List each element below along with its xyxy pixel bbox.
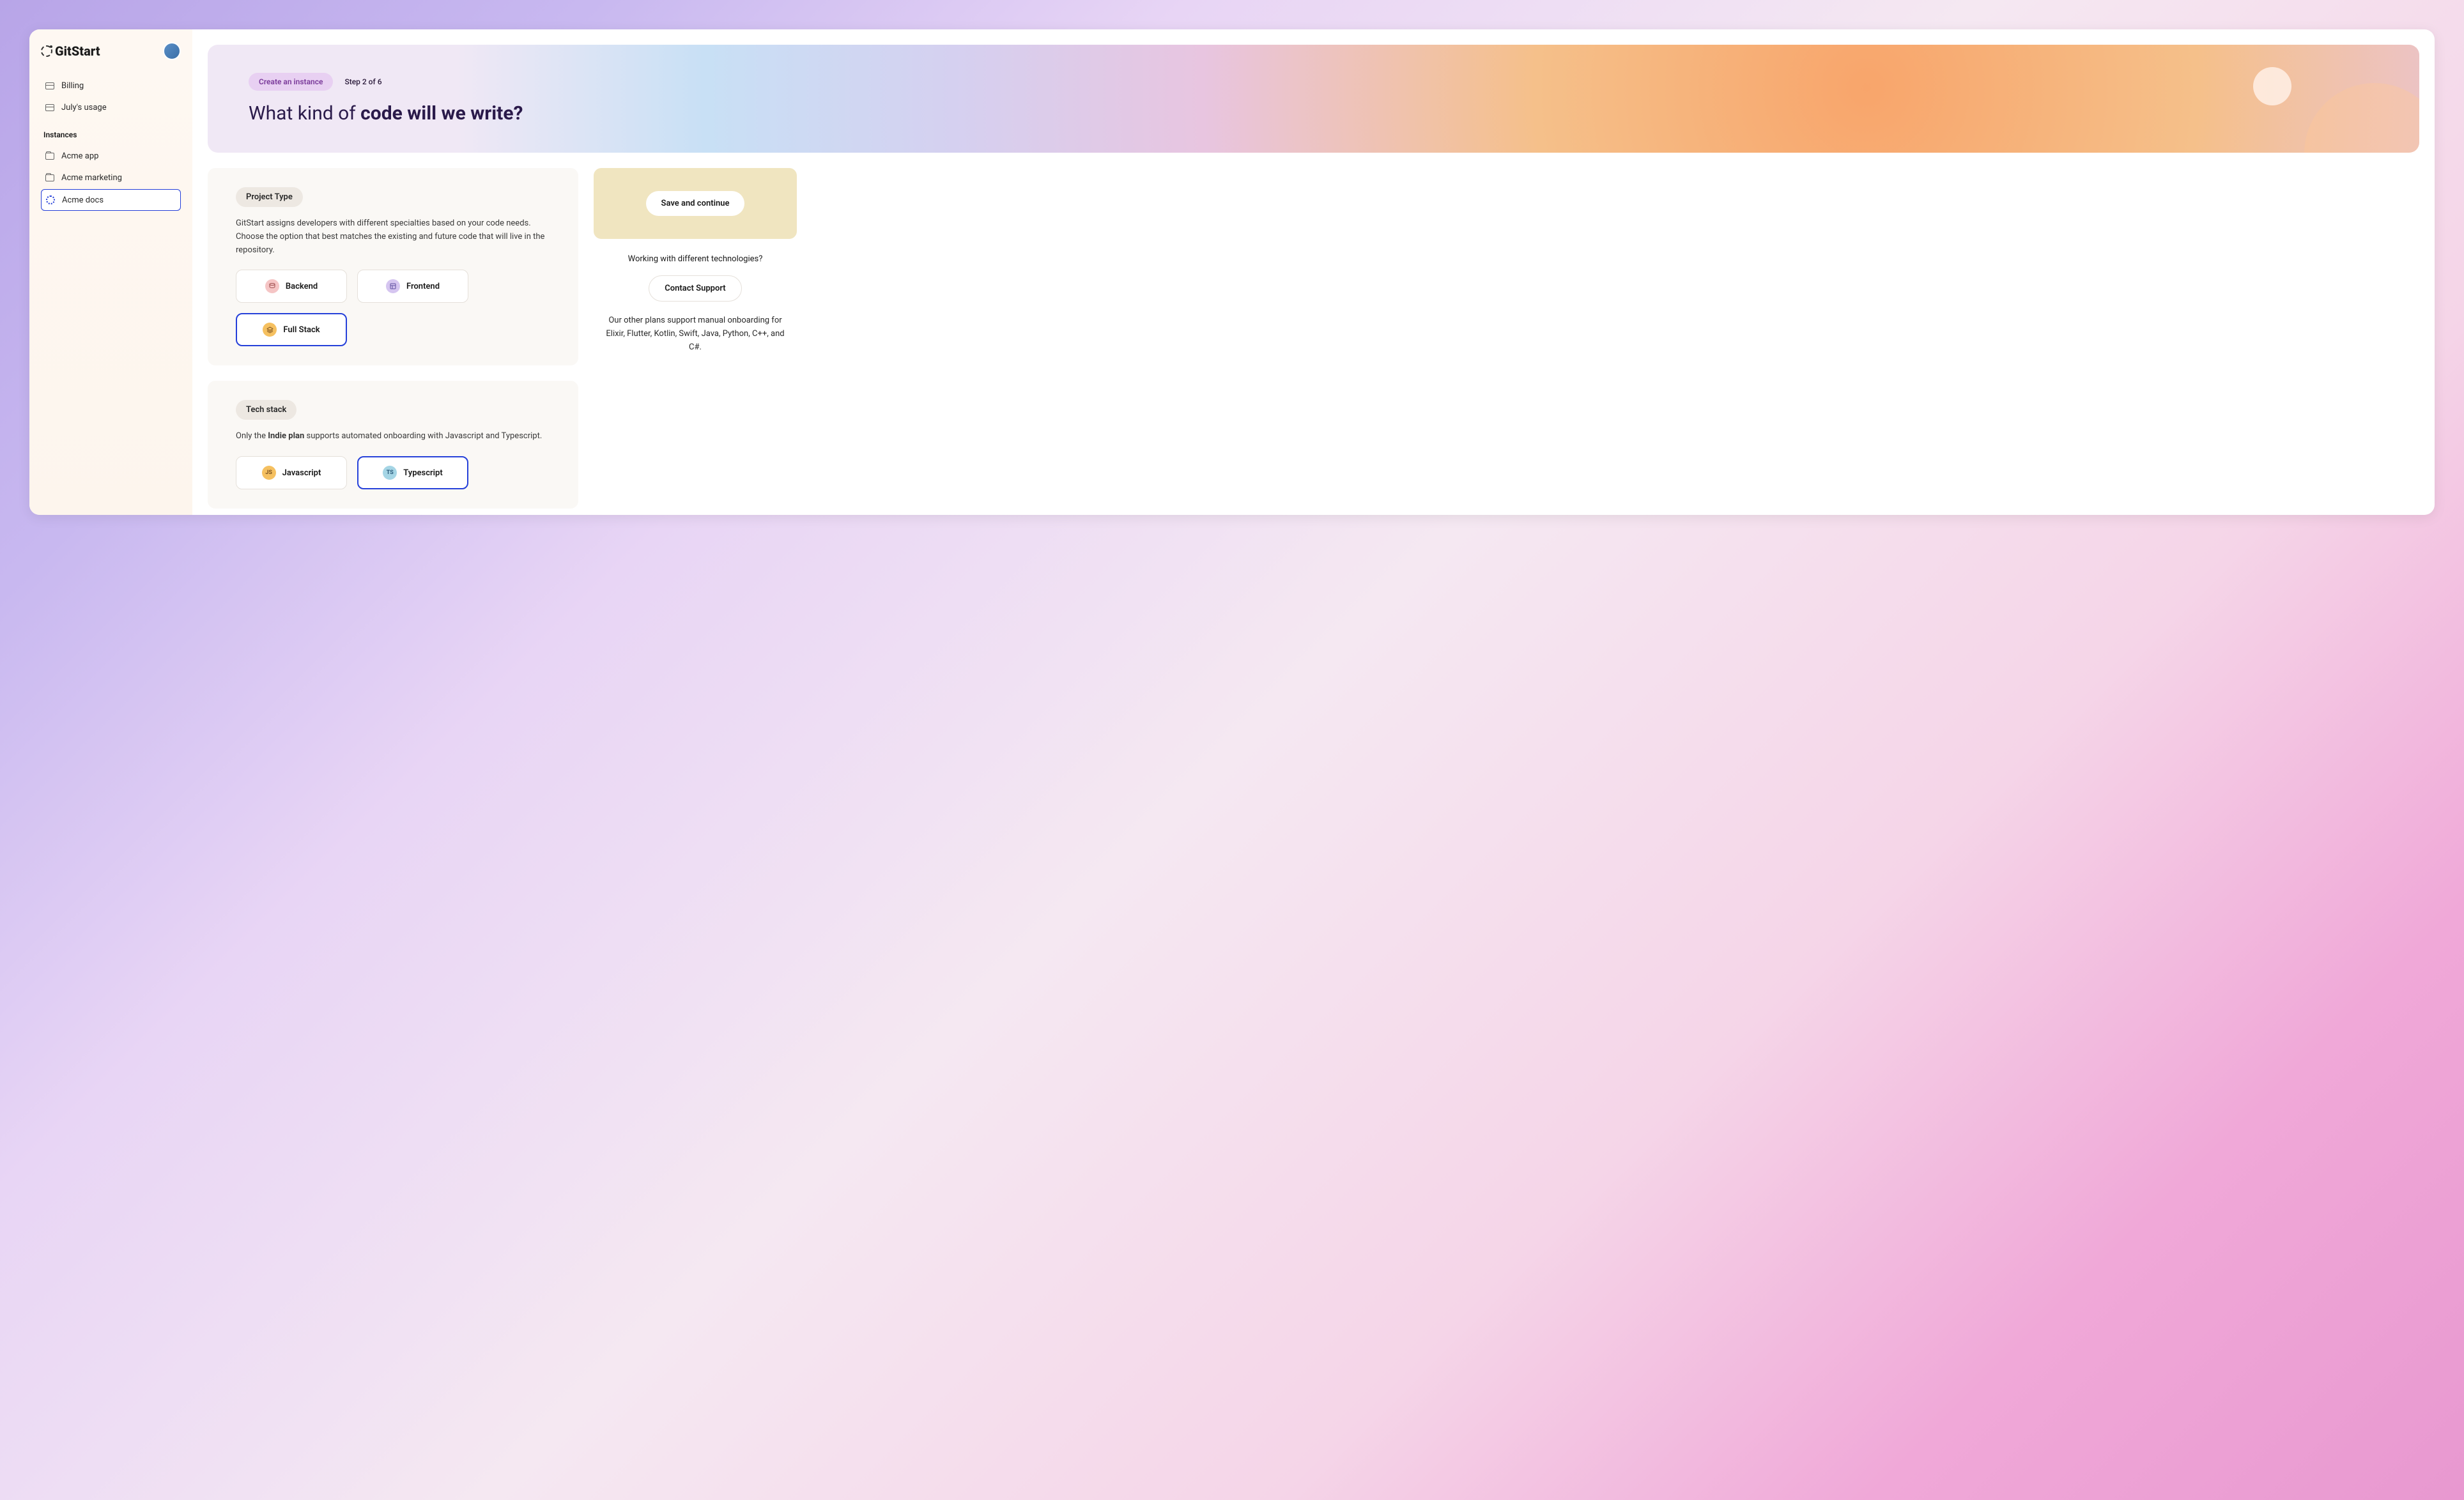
layout-icon: [386, 279, 400, 293]
title-part-b: code will we write?: [360, 102, 523, 125]
content-row: Project Type GitStart assigns developers…: [208, 168, 2419, 515]
option-label: Typescript: [403, 468, 442, 478]
nav-billing-label: Billing: [61, 81, 84, 91]
option-label: Javascript: [282, 468, 321, 478]
ts-icon: TS: [383, 466, 397, 480]
brand-name: GitStart: [55, 43, 100, 59]
left-column: Project Type GitStart assigns developers…: [208, 168, 578, 515]
save-card: Save and continue: [594, 168, 797, 239]
main-content: Create an instance Step 2 of 6 What kind…: [192, 29, 2435, 515]
js-icon: JS: [262, 466, 276, 480]
nav-billing[interactable]: Billing: [41, 75, 181, 96]
project-type-options: Backend Frontend Full Stac: [236, 270, 550, 346]
option-fullstack[interactable]: Full Stack: [236, 313, 347, 346]
option-label: Full Stack: [283, 325, 320, 335]
project-type-label: Project Type: [236, 187, 303, 207]
logo-icon: [41, 45, 52, 57]
instances-section-label: Instances: [43, 130, 181, 139]
option-label: Backend: [286, 282, 318, 291]
sidebar-item-label: Acme app: [61, 151, 98, 161]
nav-usage[interactable]: July's usage: [41, 97, 181, 118]
page-title: What kind of code will we write?: [249, 102, 2378, 125]
sidebar-instance-acme-marketing[interactable]: Acme marketing: [41, 167, 181, 188]
title-part-a: What kind of: [249, 102, 360, 125]
support-title: Working with different technologies?: [601, 254, 789, 264]
sidebar-instance-acme-app[interactable]: Acme app: [41, 146, 181, 166]
support-description: Our other plans support manual onboardin…: [601, 314, 789, 354]
sidebar: GitStart Billing July's usage Instances …: [29, 29, 192, 515]
credit-card-icon: [45, 80, 55, 91]
support-card: Working with different technologies? Con…: [594, 254, 797, 354]
option-frontend[interactable]: Frontend: [357, 270, 468, 303]
folder-icon: [45, 151, 55, 161]
nav-usage-label: July's usage: [61, 103, 107, 112]
hero-banner: Create an instance Step 2 of 6 What kind…: [208, 45, 2419, 153]
step-indicator: Step 2 of 6: [344, 77, 381, 86]
tech-stack-label: Tech stack: [236, 400, 296, 420]
tech-stack-options: JS Javascript TS Typescript: [236, 456, 550, 489]
tech-stack-description: Only the Indie plan supports automated o…: [236, 430, 550, 443]
app-window: GitStart Billing July's usage Instances …: [29, 29, 2435, 515]
project-type-card: Project Type GitStart assigns developers…: [208, 168, 578, 365]
database-icon: [265, 279, 279, 293]
option-backend[interactable]: Backend: [236, 270, 347, 303]
option-label: Frontend: [406, 282, 440, 291]
folder-icon: [45, 172, 55, 183]
create-instance-badge: Create an instance: [249, 73, 333, 91]
option-javascript[interactable]: JS Javascript: [236, 456, 347, 489]
calendar-icon: [45, 102, 55, 112]
brand-logo[interactable]: GitStart: [41, 43, 100, 59]
sidebar-item-label: Acme docs: [62, 195, 104, 205]
tech-stack-card: Tech stack Only the Indie plan supports …: [208, 381, 578, 509]
logo-row: GitStart: [41, 42, 181, 60]
layers-icon: [263, 323, 277, 337]
save-continue-button[interactable]: Save and continue: [646, 191, 745, 216]
hero-meta: Create an instance Step 2 of 6: [249, 73, 2378, 91]
option-typescript[interactable]: TS Typescript: [357, 456, 468, 489]
spinner-icon: [45, 195, 56, 205]
project-type-description: GitStart assigns developers with differe…: [236, 217, 550, 257]
sidebar-instance-acme-docs[interactable]: Acme docs: [41, 189, 181, 211]
sidebar-item-label: Acme marketing: [61, 173, 122, 183]
contact-support-button[interactable]: Contact Support: [649, 275, 741, 302]
avatar[interactable]: [163, 42, 181, 60]
right-column: Save and continue Working with different…: [594, 168, 797, 354]
